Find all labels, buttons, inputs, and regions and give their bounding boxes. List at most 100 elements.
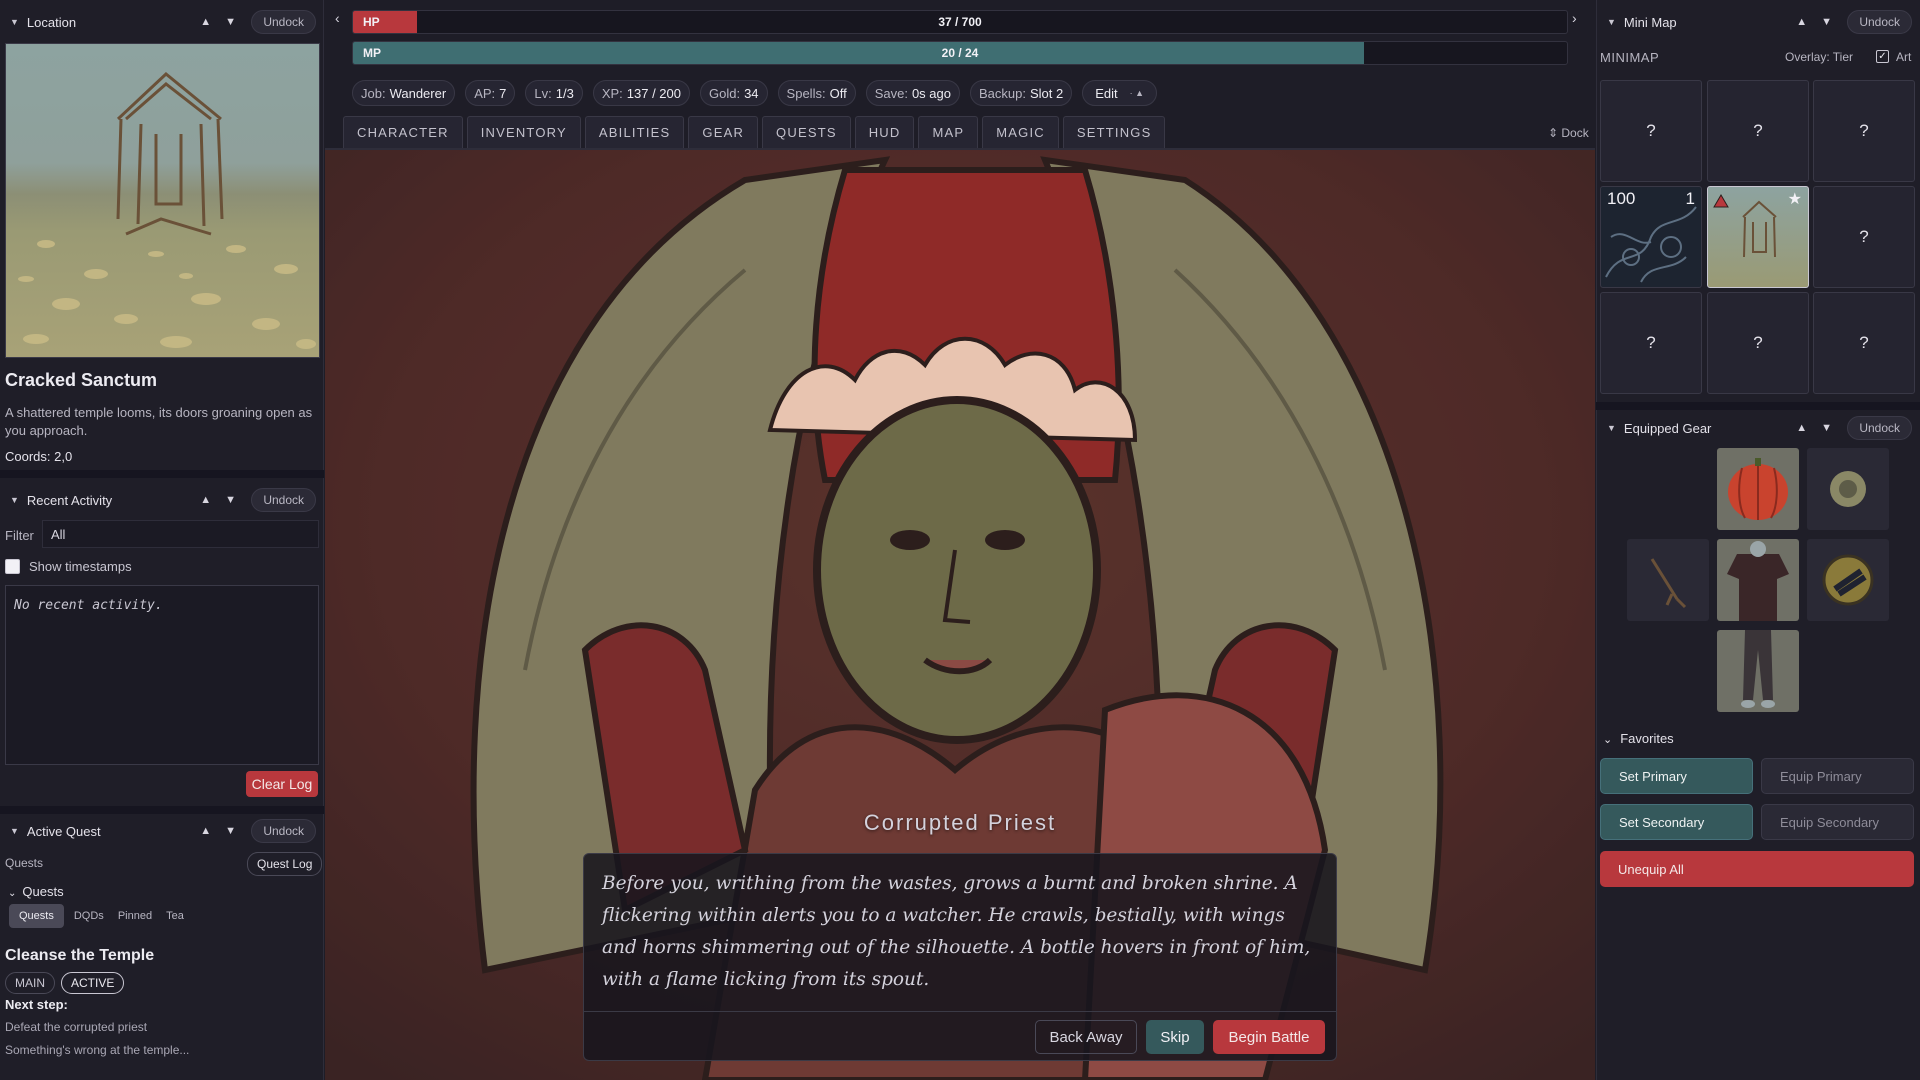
edit-dropdown[interactable]: Edit · ▲ (1082, 80, 1158, 106)
collapse-triangle-icon[interactable]: ▼ (1607, 423, 1616, 433)
begin-battle-button[interactable]: Begin Battle (1213, 1020, 1325, 1054)
tab-gear[interactable]: GEAR (688, 116, 759, 148)
shield-slot[interactable] (1807, 539, 1889, 621)
quest-tab-pinned[interactable]: Pinned (114, 910, 156, 922)
move-up-icon[interactable]: ▲ (200, 16, 211, 28)
tab-quests[interactable]: QUESTS (762, 116, 851, 148)
undock-button[interactable]: Undock (1847, 10, 1912, 34)
move-down-icon[interactable]: ▼ (225, 16, 236, 28)
stat-pill: Spells: Off (777, 80, 856, 106)
stat-pill: Backup: Slot 2 (969, 80, 1073, 106)
stat-pill: Lv: 1/3 (525, 80, 583, 106)
location-art (5, 43, 320, 358)
hp-bar: HP 37 / 700 (352, 10, 1568, 34)
chevron-left-icon[interactable]: ‹ (335, 10, 340, 26)
favorites-label: Favorites (1620, 731, 1674, 746)
move-down-icon[interactable]: ▼ (225, 825, 236, 837)
minimap-cell[interactable]: ? (1600, 80, 1702, 182)
dock-button[interactable]: ⇕ Dock (1548, 126, 1589, 140)
move-up-icon[interactable]: ▲ (1796, 16, 1807, 28)
quests-section-header[interactable]: ⌄ Quests (8, 884, 64, 899)
tab-inventory[interactable]: INVENTORY (466, 116, 581, 148)
move-down-icon[interactable]: ▼ (1821, 422, 1832, 434)
activity-panel-header[interactable]: ▼ Recent Activity ▲ ▼ Undock (0, 483, 324, 517)
filter-select[interactable]: All (42, 520, 319, 548)
quest-tab-dqds[interactable]: DQDs (70, 910, 108, 922)
quest-log-button[interactable]: Quest Log (247, 852, 323, 876)
minimap-cell[interactable]: ? (1707, 80, 1809, 182)
equip-primary-button[interactable]: Equip Primary (1761, 758, 1914, 794)
pants-icon (1741, 630, 1775, 708)
mp-bar: MP 20 / 24 (352, 41, 1568, 65)
equip-secondary-button[interactable]: Equip Secondary (1761, 804, 1914, 840)
quest-panel-header[interactable]: ▼ Active Quest ▲ ▼ Undock (0, 814, 324, 848)
move-down-icon[interactable]: ▼ (1821, 16, 1832, 28)
undock-button[interactable]: Undock (251, 10, 316, 34)
location-panel-header[interactable]: ▼ Location ▲ ▼ Undock (0, 5, 324, 39)
stat-pill: Gold: 34 (700, 80, 768, 106)
minimap-cell[interactable]: ? (1813, 80, 1915, 182)
tab-abilities[interactable]: ABILITIES (584, 116, 685, 148)
stat-pill: Job: Wanderer (352, 80, 456, 106)
minimap-cell-current[interactable]: ★ (1707, 186, 1809, 288)
minimap-cell[interactable]: ? (1813, 292, 1915, 394)
gear-panel-header[interactable]: ▼ Equipped Gear ▲ ▼ Undock (1596, 411, 1920, 445)
show-timestamps-checkbox[interactable] (5, 559, 20, 574)
head-slot[interactable] (1717, 448, 1799, 530)
unequip-all-button[interactable]: Unequip All (1600, 851, 1914, 887)
move-down-icon[interactable]: ▼ (225, 494, 236, 506)
stat-label: XP: (601, 85, 623, 101)
tab-character[interactable]: CHARACTER (343, 116, 463, 148)
chevron-right-icon[interactable]: › (1572, 10, 1577, 26)
tab-hud[interactable]: HUD (854, 116, 915, 148)
stat-label: AP: (474, 85, 496, 101)
quest-tag-main: MAIN (5, 972, 55, 994)
minimap-cell-visited[interactable]: 100 1 (1600, 186, 1702, 288)
activity-log[interactable]: No recent activity. (5, 585, 319, 765)
stat-value: 0s ago (911, 85, 951, 101)
quest-tab-quests[interactable]: Quests (9, 904, 64, 928)
stat-pill: AP: 7 (465, 80, 516, 106)
minimap-panel-header[interactable]: ▼ Mini Map ▲ ▼ Undock (1596, 5, 1920, 39)
legs-slot[interactable] (1717, 630, 1799, 712)
quest-panel-title: Active Quest (26, 823, 101, 839)
back-away-button[interactable]: Back Away (1035, 1020, 1137, 1054)
minimap-cell[interactable]: ? (1600, 292, 1702, 394)
mp-value: 20 / 24 (941, 46, 979, 60)
unknown-cell-label: ? (1646, 333, 1656, 352)
move-up-icon[interactable]: ▲ (1796, 422, 1807, 434)
accessory-slot[interactable] (1807, 448, 1889, 530)
filter-label: Filter (5, 528, 34, 543)
minimap-cell[interactable]: ? (1813, 186, 1915, 288)
move-up-icon[interactable]: ▲ (200, 494, 211, 506)
move-up-icon[interactable]: ▲ (200, 825, 211, 837)
cell-tier-number: 100 (1607, 189, 1636, 208)
collapse-triangle-icon[interactable]: ▼ (10, 495, 19, 505)
weapon-slot[interactable] (1627, 539, 1709, 621)
quest-tab-tea[interactable]: Tea (162, 910, 188, 922)
stats-row: Job: Wanderer AP: 7 Lv: 1/3 XP: 137 / 200 Gold: 3… (352, 80, 1158, 106)
minimap-cell[interactable]: ? (1707, 292, 1809, 394)
undock-button[interactable]: Undock (1847, 416, 1912, 440)
clear-log-button[interactable]: Clear Log (246, 771, 318, 797)
body-slot[interactable] (1717, 539, 1799, 621)
stat-value: 1/3 (555, 85, 574, 101)
tab-settings[interactable]: SETTINGS (1062, 116, 1166, 148)
stat-label: Gold: (709, 85, 741, 101)
favorites-section-header[interactable]: ⌄ Favorites (1603, 731, 1674, 746)
activity-panel-title: Recent Activity (26, 492, 113, 508)
skip-button[interactable]: Skip (1146, 1020, 1204, 1054)
set-primary-button[interactable]: Set Primary (1600, 758, 1753, 794)
art-checkbox[interactable]: ✓ (1876, 50, 1889, 63)
overlay-tier-select[interactable]: Overlay: Tier (1785, 50, 1853, 64)
collapse-triangle-icon[interactable]: ▼ (10, 17, 19, 27)
set-secondary-button[interactable]: Set Secondary (1600, 804, 1753, 840)
undock-button[interactable]: Undock (251, 819, 316, 843)
tab-map[interactable]: MAP (918, 116, 979, 148)
undock-button[interactable]: Undock (251, 488, 316, 512)
minimap-label: MINIMAP (1600, 50, 1660, 65)
collapse-triangle-icon[interactable]: ▼ (10, 826, 19, 836)
stat-label: Save: (874, 85, 908, 101)
tab-magic[interactable]: MAGIC (982, 116, 1059, 148)
collapse-triangle-icon[interactable]: ▼ (1607, 17, 1616, 27)
